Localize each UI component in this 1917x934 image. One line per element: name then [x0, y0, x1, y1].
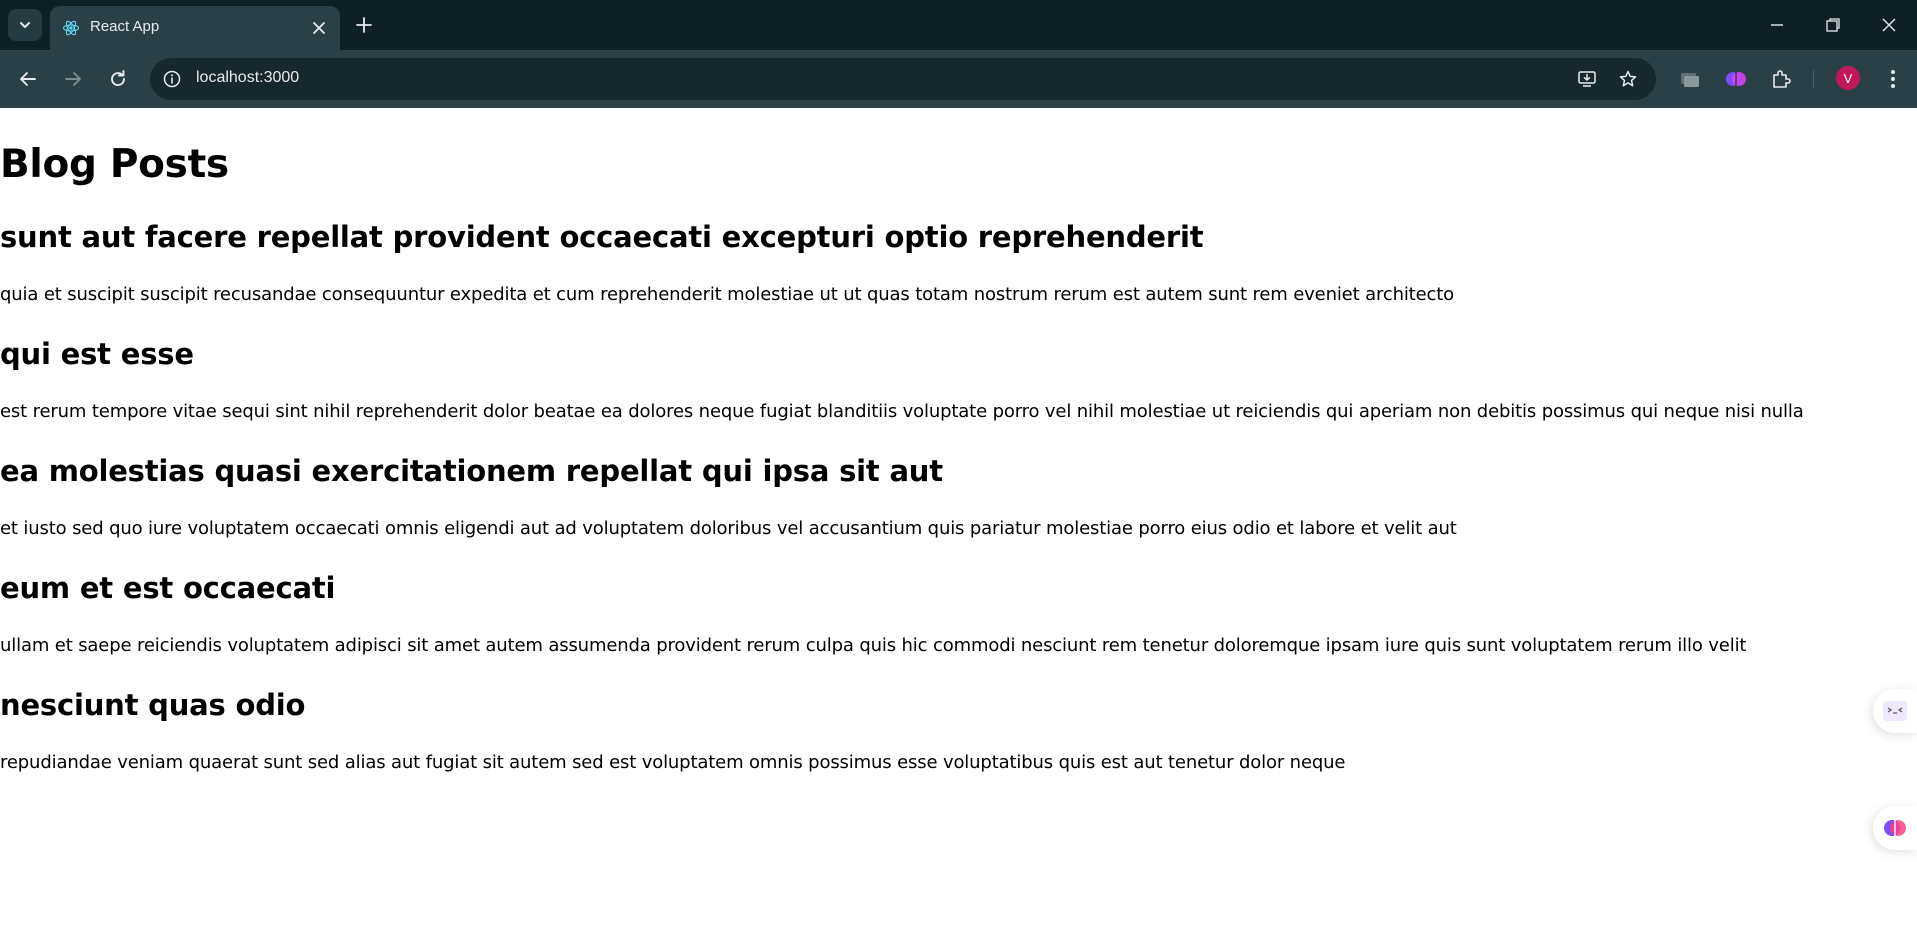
- page-viewport: Blog Posts sunt aut facere repellat prov…: [0, 108, 1917, 934]
- side-terminal-widget[interactable]: [1873, 689, 1917, 733]
- minimize-icon[interactable]: [1766, 14, 1788, 36]
- post-body: repudiandae veniam quaerat sunt sed alia…: [0, 752, 1346, 773]
- browser-toolbar: localhost:3000 V: [0, 50, 1917, 108]
- new-tab-plus-icon[interactable]: [354, 15, 374, 35]
- close-window-icon[interactable]: [1878, 14, 1900, 36]
- post-item: nesciunt quas odio repudiandae veniam qu…: [0, 688, 1860, 773]
- install-app-icon[interactable]: [1577, 69, 1597, 89]
- chevron-down-icon: [20, 22, 30, 28]
- post-item: eum et est occaecati ullam et saepe reic…: [0, 571, 1860, 656]
- bookmark-star-icon[interactable]: [1618, 69, 1638, 89]
- forward-arrow-icon[interactable]: [62, 68, 84, 90]
- post-title: sunt aut facere repellat provident occae…: [0, 220, 1204, 254]
- brain-icon: [1884, 820, 1906, 836]
- cast-extension-icon[interactable]: [1678, 67, 1702, 91]
- post-item: sunt aut facere repellat provident occae…: [0, 220, 1860, 305]
- site-info-icon[interactable]: [162, 69, 182, 89]
- close-tab-icon[interactable]: [310, 19, 328, 37]
- kebab-menu-icon[interactable]: [1882, 67, 1904, 91]
- restore-window-icon[interactable]: [1822, 14, 1844, 36]
- post-title: qui est esse: [0, 337, 194, 371]
- post-title: nesciunt quas odio: [0, 688, 306, 722]
- post-body: et iusto sed quo iure voluptatem occaeca…: [0, 518, 1457, 539]
- post-title: eum et est occaecati: [0, 571, 336, 605]
- page-title: Blog Posts: [0, 142, 229, 187]
- post-item: ea molestias quasi exercitationem repell…: [0, 454, 1860, 539]
- reload-icon[interactable]: [107, 68, 129, 90]
- extensions-puzzle-icon[interactable]: [1769, 67, 1793, 91]
- post-item: qui est esse est rerum tempore vitae seq…: [0, 337, 1860, 422]
- react-logo-icon: [62, 20, 80, 36]
- toolbar-separator: [1813, 70, 1814, 88]
- tab-strip: React App: [0, 0, 1917, 50]
- tab-title: React App: [90, 18, 160, 35]
- tab-search-button[interactable]: [8, 9, 42, 41]
- post-body: ullam et saepe reiciendis voluptatem adi…: [0, 635, 1747, 656]
- post-title: ea molestias quasi exercitationem repell…: [0, 454, 943, 488]
- back-arrow-icon[interactable]: [17, 68, 39, 90]
- post-body: est rerum tempore vitae sequi sint nihil…: [0, 401, 1804, 422]
- post-body: quia et suscipit suscipit recusandae con…: [0, 284, 1455, 305]
- brain-extension-icon[interactable]: [1724, 67, 1748, 91]
- terminal-face-icon: [1883, 701, 1907, 721]
- address-bar[interactable]: localhost:3000: [150, 58, 1656, 100]
- tab-active[interactable]: React App: [50, 6, 340, 50]
- url-text[interactable]: localhost:3000: [196, 69, 299, 87]
- side-brain-widget[interactable]: [1873, 806, 1917, 850]
- profile-avatar[interactable]: V: [1836, 66, 1860, 90]
